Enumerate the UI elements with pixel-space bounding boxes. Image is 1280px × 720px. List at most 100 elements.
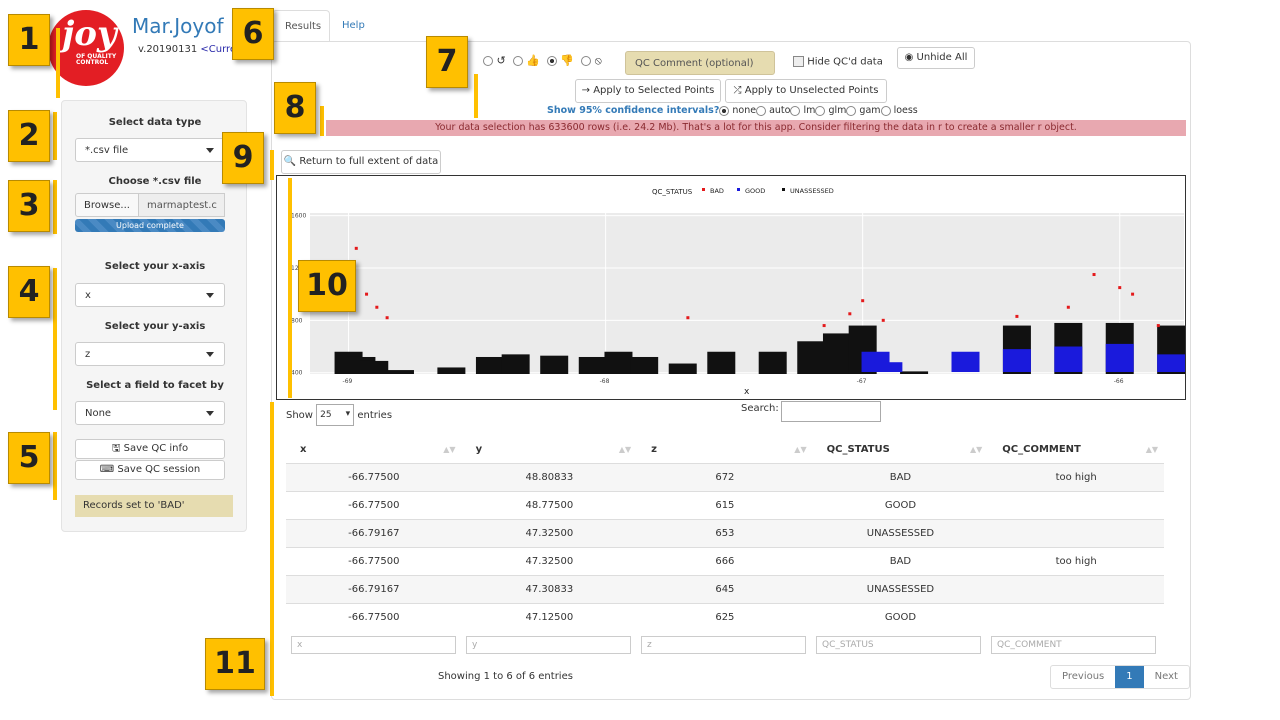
scatter-chart[interactable]: -69-68-67-6640080012001600 QC_STATUS BAD…	[276, 175, 1186, 400]
legend-label-unassessed: UNASSESSED	[790, 187, 834, 195]
table-row[interactable]: -66.77500 47.32500 666 BAD too high	[286, 546, 1164, 575]
point-cluster-good	[874, 362, 903, 372]
column-header-z[interactable]: z ▲▼	[637, 436, 813, 464]
sort-icon: ▲▼	[1145, 445, 1158, 454]
logo-subtext: OF QUALITY CONTROL	[76, 53, 117, 66]
filter-input-qc-comment[interactable]: QC_COMMENT	[991, 636, 1156, 654]
point-cluster-good	[1054, 346, 1083, 372]
ci-radio-auto[interactable]	[756, 105, 767, 116]
y-axis-label: Select your y-axis	[104, 321, 206, 332]
data-point-bad	[1015, 314, 1019, 318]
data-type-select[interactable]: *.csv file	[75, 138, 225, 162]
table-cell-qc-comment	[988, 602, 1164, 631]
y-tick-label: 800	[291, 317, 303, 324]
table-cell-z: 672	[637, 462, 813, 491]
hide-qcd-checkbox[interactable]	[793, 56, 804, 67]
table-cell-z: 615	[637, 490, 813, 519]
point-cluster-unassessed	[437, 367, 466, 374]
table-cell-y: 47.32500	[461, 546, 638, 575]
x-axis-label: Select your x-axis	[104, 261, 206, 272]
qc-comment-input[interactable]: QC Comment (optional)	[625, 51, 775, 75]
sort-icon: ▲▼	[969, 445, 983, 454]
apply-selected-label: Apply to Selected Points	[593, 85, 715, 96]
page-button-1[interactable]: 1	[1115, 666, 1144, 688]
point-cluster-unassessed	[475, 356, 504, 374]
filter-input-x[interactable]: x	[291, 636, 456, 654]
ci-label-glm: glm	[828, 105, 847, 116]
filter-input-qc-status[interactable]: QC_STATUS	[816, 636, 981, 654]
table-row[interactable]: -66.77500 48.77500 615 GOOD	[286, 490, 1164, 519]
table-cell-x: -66.77500	[286, 602, 462, 631]
hide-radio[interactable]	[581, 56, 592, 66]
table-cell-qc-comment	[988, 518, 1164, 547]
undo-radio[interactable]	[483, 56, 493, 66]
y-axis-select[interactable]: z	[75, 342, 225, 366]
ci-label-auto: auto	[769, 105, 791, 116]
file-label: Choose *.csv file	[108, 176, 202, 187]
annotation-marker-10: 10	[298, 260, 356, 312]
annotation-marker-4: 4	[8, 266, 50, 318]
ci-radio-glm[interactable]	[815, 105, 826, 116]
apply-selected-button[interactable]: → Apply to Selected Points	[575, 79, 721, 103]
save-qc-session-button[interactable]: ⌨ Save QC session	[75, 460, 225, 480]
data-point-bad	[861, 299, 865, 303]
data-type-label: Select data type	[108, 117, 202, 128]
ci-radio-none[interactable]	[719, 105, 730, 116]
point-cluster-unassessed	[900, 371, 929, 374]
column-header-qc-status[interactable]: QC_STATUS ▲▼	[812, 436, 989, 464]
annotation-marker-11: 11	[205, 638, 265, 690]
thumbs-up-radio[interactable]	[512, 56, 523, 66]
zoom-icon: 🔍	[283, 156, 297, 167]
browse-button[interactable]: Browse...	[75, 193, 139, 217]
table-row[interactable]: -66.79167 47.32500 653 UNASSESSED	[286, 518, 1164, 547]
file-name-field[interactable]: marmaptest.c	[139, 193, 225, 217]
thumbs-down-icon: 👎	[556, 54, 578, 67]
filter-input-y[interactable]: y	[466, 636, 631, 654]
column-header-x[interactable]: x ▲▼	[286, 436, 462, 464]
legend-key-bad	[702, 188, 705, 191]
table-row[interactable]: -66.77500 48.80833 672 BAD too high	[286, 462, 1164, 491]
table-row[interactable]: -66.77500 47.12500 625 GOOD	[286, 602, 1164, 631]
table-row[interactable]: -66.79167 47.30833 645 UNASSESSED	[286, 574, 1164, 603]
y-tick-label: 400	[291, 370, 303, 377]
table-cell-x: -66.79167	[286, 574, 462, 603]
search-input[interactable]	[781, 401, 881, 422]
save-icon: 🖫	[111, 443, 121, 454]
tab-results[interactable]: Results	[272, 10, 330, 42]
next-button[interactable]: Next	[1144, 666, 1189, 688]
legend-key-good	[737, 188, 740, 191]
table-body: -66.77500 48.80833 672 BAD too high -66.77500…	[286, 462, 1164, 631]
table-cell-qc-status: BAD	[812, 462, 989, 491]
sort-icon: ▲▼	[443, 445, 456, 454]
table-cell-z: 653	[637, 518, 813, 547]
filter-input-z[interactable]: z	[641, 636, 806, 654]
ci-radio-lm[interactable]	[790, 105, 801, 116]
point-cluster-unassessed	[385, 370, 414, 374]
x-axis-select[interactable]: x	[75, 283, 225, 307]
column-header-y[interactable]: y ▲▼	[461, 436, 638, 464]
save-qc-info-button[interactable]: 🖫 Save QC info	[75, 439, 225, 459]
unhide-all-button[interactable]: ◉ Unhide All	[897, 47, 975, 69]
data-type-value: *.csv file	[85, 145, 129, 156]
thumbs-down-radio[interactable]	[546, 56, 557, 66]
tab-help[interactable]: Help	[330, 10, 386, 42]
annotation-marker-5: 5	[8, 432, 50, 484]
data-point-bad	[881, 318, 885, 322]
ci-radio-gam[interactable]	[846, 105, 857, 116]
table-cell-qc-status: BAD	[812, 546, 989, 575]
apply-unselected-button[interactable]: ⤮ Apply to Unselected Points	[725, 79, 887, 103]
column-header-qc-comment[interactable]: QC_COMMENT ▲▼	[988, 436, 1164, 464]
hide-qcd-toggle[interactable]: Hide QC'd data	[793, 56, 883, 68]
previous-button[interactable]: Previous	[1051, 666, 1115, 688]
table-cell-x: -66.77500	[286, 490, 462, 519]
entries-select[interactable]: 25 ▾	[316, 404, 355, 426]
table-cell-y: 47.30833	[461, 574, 638, 603]
return-full-extent-button[interactable]: 🔍 Return to full extent of data	[281, 150, 441, 174]
x-tick-label: -69	[343, 378, 353, 385]
ci-radio-loess[interactable]	[880, 105, 891, 116]
facet-select[interactable]: None	[75, 401, 225, 425]
point-cluster-unassessed	[797, 341, 826, 374]
chart-svg[interactable]: -69-68-67-6640080012001600 QC_STATUS BAD…	[277, 176, 1186, 399]
point-cluster-unassessed	[540, 355, 569, 374]
table-cell-qc-status: GOOD	[812, 490, 989, 519]
